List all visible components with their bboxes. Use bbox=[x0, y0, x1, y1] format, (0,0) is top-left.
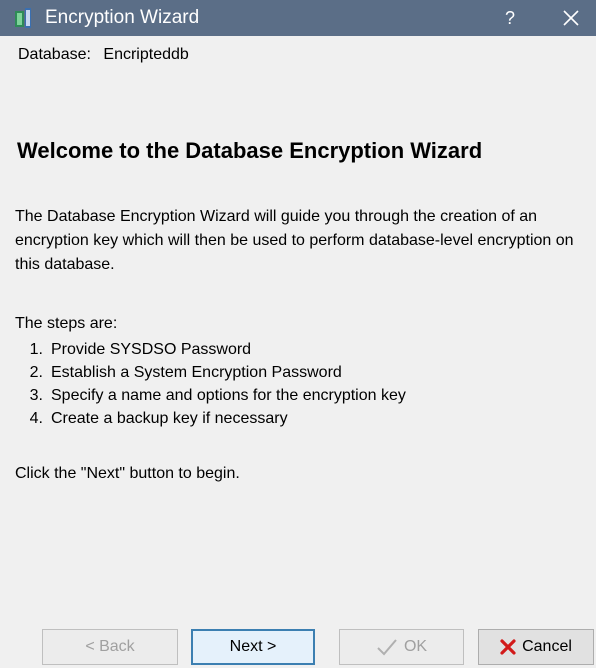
red-x-icon bbox=[500, 639, 516, 655]
title-bar[interactable]: Encryption Wizard ? bbox=[0, 0, 596, 36]
step-number: 2. bbox=[29, 364, 43, 381]
help-button[interactable]: ? bbox=[482, 0, 538, 36]
database-line: Database: Encripteddb bbox=[18, 46, 189, 64]
begin-instruction: Click the "Next" button to begin. bbox=[15, 465, 240, 482]
close-icon bbox=[563, 10, 579, 26]
next-button[interactable]: Next > bbox=[191, 629, 315, 665]
ok-button-label: OK bbox=[403, 638, 428, 655]
intro-text: The Database Encryption Wizard will guid… bbox=[15, 208, 574, 273]
step-text: Establish a System Encryption Password bbox=[51, 364, 342, 381]
step-item: 2. Establish a System Encryption Passwor… bbox=[15, 361, 406, 384]
database-label: Database: bbox=[18, 46, 91, 63]
step-item: 4. Create a backup key if necessary bbox=[15, 407, 406, 430]
step-number: 4. bbox=[29, 410, 43, 427]
encryption-wizard-app-icon bbox=[14, 7, 34, 29]
back-button-label: < Back bbox=[85, 638, 135, 655]
ok-button[interactable]: OK bbox=[339, 629, 464, 665]
page-heading: Welcome to the Database Encryption Wizar… bbox=[17, 138, 483, 163]
step-text: Create a backup key if necessary bbox=[51, 410, 288, 427]
checkmark-icon bbox=[376, 638, 398, 656]
step-number: 3. bbox=[29, 387, 43, 404]
step-number: 1. bbox=[29, 341, 43, 358]
close-button[interactable] bbox=[546, 0, 596, 36]
database-name: Encripteddb bbox=[103, 46, 189, 63]
step-item: 3. Specify a name and options for the en… bbox=[15, 384, 406, 407]
step-item: 1. Provide SYSDSO Password bbox=[15, 338, 406, 361]
steps-label: The steps are: bbox=[15, 315, 118, 332]
steps-list: 1. Provide SYSDSO Password 2. Establish … bbox=[15, 338, 406, 430]
next-button-label: Next > bbox=[229, 638, 277, 655]
back-button[interactable]: < Back bbox=[42, 629, 178, 665]
cancel-button[interactable]: Cancel bbox=[478, 629, 594, 665]
cancel-button-label: Cancel bbox=[522, 638, 572, 655]
step-text: Specify a name and options for the encry… bbox=[51, 387, 406, 404]
window-title: Encryption Wizard bbox=[45, 7, 200, 28]
step-text: Provide SYSDSO Password bbox=[51, 341, 252, 358]
